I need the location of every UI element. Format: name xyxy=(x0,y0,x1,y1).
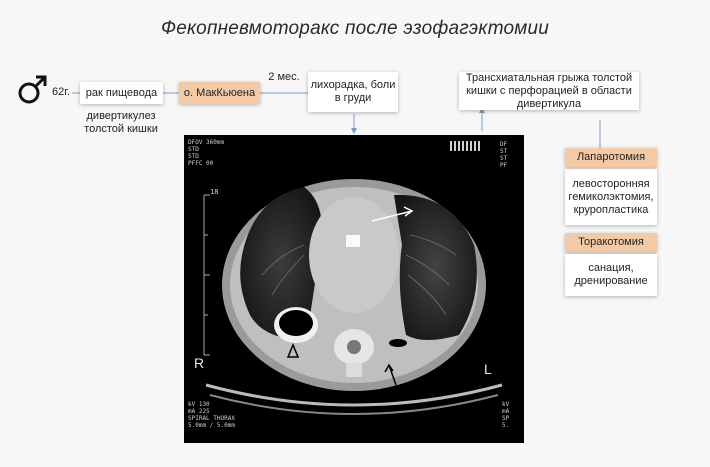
ct-scale-mark: 18 xyxy=(210,188,219,196)
ct-info-line: mA xyxy=(502,408,510,415)
symptoms-box: лихорадка, боли в груди xyxy=(308,72,398,112)
thoracotomy-label: Торакотомия xyxy=(578,236,644,248)
ct-info-line: 5.0mm / 5.0mm xyxy=(188,422,235,429)
ct-info-line: SP xyxy=(502,415,510,422)
diverticulosis-label: дивертикулез толстой кишки xyxy=(84,110,158,135)
ct-right-marker: R xyxy=(194,355,205,371)
mckeown-box: о. МакКьюена xyxy=(179,82,260,104)
ct-info-line: 5. xyxy=(502,422,510,429)
male-symbol-icon xyxy=(18,75,47,104)
ct-info-line: mA 225 xyxy=(188,408,210,415)
ct-scan-image: DFOV 360mm STD STD PFFC 00 DF ST ST PF k… xyxy=(184,135,524,443)
ct-left-marker: L xyxy=(484,361,492,377)
patient-age: 62г. xyxy=(52,86,70,98)
slide-title: Фекопневмоторакс после эзофагэктомии xyxy=(160,18,550,39)
ct-info-line: STD xyxy=(188,146,199,153)
hernia-box: Трансхиатальная грыжа толстой кишки с пе… xyxy=(459,72,639,110)
thoracotomy-header: Торакотомия xyxy=(565,233,657,252)
cancer-label: рак пищевода xyxy=(85,86,158,99)
ct-info-line: DFOV 360mm xyxy=(188,139,225,146)
ct-info-line: kV xyxy=(502,401,510,408)
laparotomy-header: Лапаротомия xyxy=(565,148,657,167)
interval-label: 2 мес. xyxy=(268,71,300,83)
hernia-label: Трансхиатальная грыжа толстой кишки с пе… xyxy=(465,71,633,110)
laparotomy-label: Лапаротомия xyxy=(576,151,646,163)
laparotomy-detail-box: левосторонняя гемиколэктомия, круропласт… xyxy=(565,169,657,225)
cancer-box: рак пищевода xyxy=(80,82,163,104)
ct-info-line: PF xyxy=(500,162,508,169)
ct-info-line: DF xyxy=(500,141,508,148)
ct-scan-drawing xyxy=(203,141,503,415)
ct-info-line: SPIRAL THORAX xyxy=(188,415,235,422)
ct-info-line: ST xyxy=(500,155,508,162)
symptoms-label: лихорадка, боли в груди xyxy=(310,79,396,104)
ct-info-line: PFFC 00 xyxy=(188,160,214,167)
ct-info-line: ST xyxy=(500,148,508,155)
laparotomy-detail: левосторонняя гемиколэктомия, круропласт… xyxy=(568,177,654,216)
thoracotomy-detail: санация, дренирование xyxy=(574,262,648,287)
mckeown-label: о. МакКьюена xyxy=(183,86,256,99)
ct-info-line: STD xyxy=(188,153,199,160)
ct-info-line: kV 130 xyxy=(188,401,210,408)
thoracotomy-detail-box: санация, дренирование xyxy=(565,254,657,296)
